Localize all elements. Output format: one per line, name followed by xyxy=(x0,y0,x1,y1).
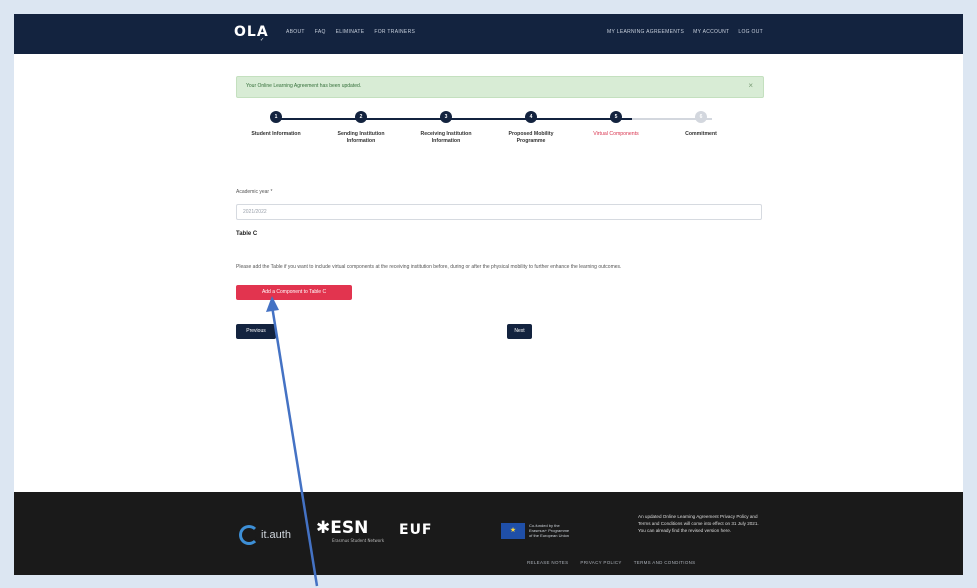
academic-year-value: 2021/2022 xyxy=(243,209,267,215)
eu-cofunded-text: Co-funded by the Erasmus+ Programme of t… xyxy=(529,523,570,538)
close-icon[interactable]: × xyxy=(748,81,753,90)
nav-link-eliminate[interactable]: Eliminate xyxy=(336,29,365,35)
academic-year-label: Academic year * xyxy=(236,189,273,195)
step-label: Receiving Institution Information xyxy=(420,131,472,144)
browser-content: OLA ✓ About FAQ Eliminate For Trainers M… xyxy=(14,14,963,575)
nav-link-trainers[interactable]: For Trainers xyxy=(374,29,415,35)
top-navigation-bar: OLA ✓ About FAQ Eliminate For Trainers M… xyxy=(14,14,963,54)
step-label: Sending Institution Information xyxy=(337,131,385,144)
academic-year-field[interactable]: 2021/2022 xyxy=(236,204,762,220)
step-label: Proposed Mobility Programme xyxy=(508,131,554,144)
nav-link-faq[interactable]: FAQ xyxy=(315,29,326,35)
alert-message: Your Online Learning Agreement has been … xyxy=(246,83,362,89)
step-sending-institution[interactable]: 2 Sending Institution Information xyxy=(316,106,406,145)
footer-link-release-notes[interactable]: Release Notes xyxy=(527,560,568,565)
step-student-information[interactable]: 1 Student Information xyxy=(231,106,321,138)
step-label: Student Information xyxy=(251,131,301,137)
account-nav-links: My Learning Agreements My Account Log ou… xyxy=(607,29,763,35)
nav-link-my-learning-agreements[interactable]: My Learning Agreements xyxy=(607,29,684,35)
nav-link-logout[interactable]: Log out xyxy=(738,29,763,35)
esn-sub: Erasmus Student Network xyxy=(332,538,385,543)
step-dot: 3 xyxy=(440,111,452,123)
eu-flag-icon: ★ xyxy=(501,523,525,539)
step-dot-pending: 6 xyxy=(695,111,707,123)
nav-link-my-account[interactable]: My Account xyxy=(693,29,729,35)
step-receiving-institution[interactable]: 3 Receiving Institution Information xyxy=(401,106,491,145)
nav-link-about[interactable]: About xyxy=(286,29,305,35)
step-label-active: Virtual Components xyxy=(593,131,639,137)
add-component-button[interactable]: Add a Component to Table C xyxy=(236,285,352,300)
step-dot: 4 xyxy=(525,111,537,123)
euf-logo[interactable]: EUF xyxy=(399,522,433,538)
table-c-description: Please add the Table if you want to incl… xyxy=(236,264,622,270)
footer-link-terms[interactable]: Terms and Conditions xyxy=(634,560,696,565)
esn-logo[interactable]: ✱ESN Erasmus Student Network xyxy=(316,518,384,543)
main-nav-links: About FAQ Eliminate For Trainers xyxy=(286,29,415,35)
step-virtual-components[interactable]: 5 Virtual Components xyxy=(571,106,661,138)
step-proposed-mobility[interactable]: 4 Proposed Mobility Programme xyxy=(486,106,576,145)
step-dot: 2 xyxy=(355,111,367,123)
auth-ring-icon xyxy=(239,525,259,545)
step-commitment[interactable]: 6 Commitment xyxy=(656,106,746,138)
table-c-heading: Table C xyxy=(236,231,258,237)
footer-update-note: An updated Online Learning Agreement Pri… xyxy=(638,514,759,533)
esn-star-icon: ✱ xyxy=(316,518,331,538)
ola-logo[interactable]: OLA ✓ xyxy=(234,24,269,43)
step-label: Commitment xyxy=(685,131,717,137)
previous-button[interactable]: Previous xyxy=(236,324,276,339)
step-dot: 1 xyxy=(270,111,282,123)
footer-link-privacy-policy[interactable]: Privacy Policy xyxy=(580,560,621,565)
step-dot: 5 xyxy=(610,111,622,123)
auth-logo[interactable]: it.auth xyxy=(239,525,291,545)
next-button[interactable]: Next xyxy=(507,324,532,339)
page-footer: it.auth ✱ESN Erasmus Student Network EUF… xyxy=(14,492,963,575)
success-alert: Your Online Learning Agreement has been … xyxy=(236,76,764,98)
footer-links: Release Notes Privacy Policy Terms and C… xyxy=(527,560,695,565)
